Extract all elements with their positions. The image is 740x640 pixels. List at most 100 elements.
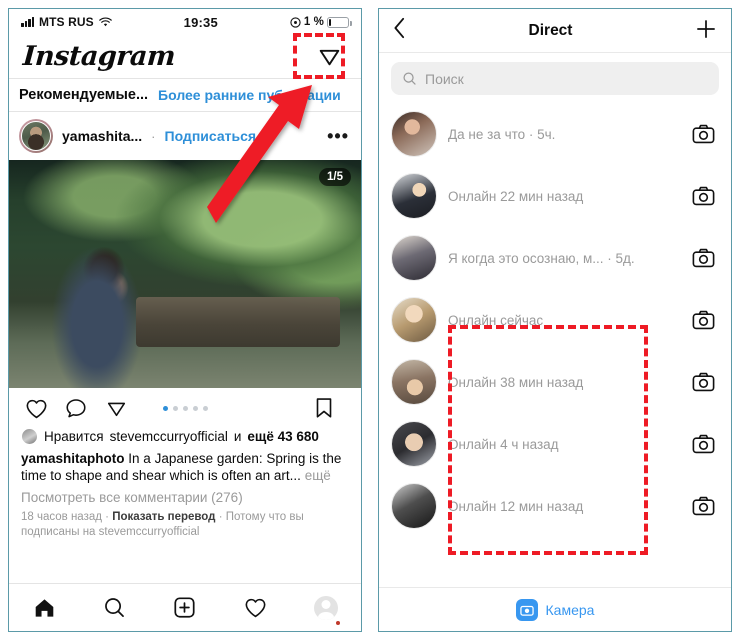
status-bar-left: MTS RUS (21, 15, 112, 29)
conversation-preview: Онлайн 22 мин назад (448, 188, 584, 204)
recommended-bar: Рекомендуемые... Более ранние публикации (9, 79, 361, 112)
comment-button[interactable] (61, 395, 91, 421)
carousel-counter-badge: 1/5 (319, 168, 351, 186)
conversation-row[interactable]: Онлайн 38 мин назад (379, 351, 731, 413)
conversation-row[interactable]: Онлайн 4 ч назад (379, 413, 731, 475)
meta-sep-2: · (218, 511, 226, 523)
avatar (391, 111, 437, 157)
likes-row: Нравится stevemccurryofficial и ещё 43 6… (9, 428, 361, 450)
caption-more-link[interactable]: ещё (305, 468, 331, 483)
instagram-feed-screen: MTS RUS 19:35 1 % Instagram Рекомендуемы… (8, 8, 362, 632)
camera-icon (692, 496, 714, 516)
save-button[interactable] (309, 395, 339, 421)
direct-messages-button[interactable] (309, 37, 349, 77)
tab-activity[interactable] (233, 590, 277, 626)
camera-icon (692, 248, 714, 268)
camera-button[interactable] (689, 246, 717, 270)
follow-button[interactable]: Подписаться (165, 128, 257, 144)
chevron-left-icon (394, 17, 405, 39)
conversation-row[interactable]: Я когда это осознаю, м... · 5д. (379, 227, 731, 289)
avatar (391, 297, 437, 343)
camera-button[interactable] (689, 494, 717, 518)
instagram-logo: Instagram (21, 41, 177, 72)
new-message-button[interactable] (695, 17, 717, 45)
camera-button[interactable] (689, 308, 717, 332)
camera-icon (692, 186, 714, 206)
post-header: yamashita... · Подписаться ••• (9, 112, 361, 160)
conversation-preview: Онлайн 12 мин назад (448, 498, 584, 514)
direct-send-icon (319, 49, 339, 66)
post-author-username[interactable]: yamashita... (62, 128, 142, 144)
recommended-title: Рекомендуемые... (19, 87, 149, 103)
bottom-tab-bar (9, 583, 361, 631)
camera-icon (515, 598, 538, 621)
likes-count[interactable]: ещё 43 680 (247, 429, 318, 444)
avatar (391, 173, 437, 219)
camera-icon (692, 310, 714, 330)
conversation-preview: Онлайн сейчас (448, 312, 544, 328)
post-photo[interactable]: 1/5 (9, 160, 361, 388)
search-icon (403, 72, 416, 85)
conversation-preview: Онлайн 38 мин назад (448, 374, 584, 390)
heart-icon (26, 399, 46, 418)
camera-button[interactable] (689, 370, 717, 394)
search-icon (105, 598, 124, 617)
tab-add-post[interactable] (163, 590, 207, 626)
post-timestamp: 18 часов назад (21, 511, 102, 523)
battery-icon (327, 16, 352, 28)
conversation-row[interactable]: Онлайн сейчас (379, 289, 731, 351)
direct-messages-screen: Direct Поиск Да не за что · 5ч. Онлайн 2… (378, 8, 732, 632)
view-all-comments-link[interactable]: Посмотреть все комментарии (276) (9, 484, 361, 505)
conversation-preview: Да не за что · 5ч. (448, 126, 556, 142)
camera-button[interactable] (689, 122, 717, 146)
back-button[interactable] (393, 17, 406, 44)
conversation-row[interactable]: Онлайн 22 мин назад (379, 165, 731, 227)
search-input[interactable]: Поиск (391, 62, 719, 95)
caption-username[interactable]: yamashitaphoto (21, 451, 125, 466)
camera-icon (692, 372, 714, 392)
tab-profile[interactable] (304, 590, 348, 626)
share-button[interactable] (101, 395, 131, 421)
camera-label: Камера (545, 601, 595, 618)
search-placeholder: Поиск (425, 70, 464, 87)
likes-prefix: Нравится (44, 429, 104, 444)
likes-conjunction: и (233, 429, 242, 444)
conversation-preview: Я когда это осознаю, м... · 5д. (448, 250, 635, 266)
comment-bubble-icon (66, 398, 86, 417)
show-translation-link[interactable]: Показать перевод (112, 511, 215, 523)
camera-bar[interactable]: Камера (379, 587, 731, 631)
camera-button[interactable] (689, 184, 717, 208)
carrier-label: MTS RUS (39, 15, 94, 29)
conversation-list: Да не за что · 5ч. Онлайн 22 мин назад Я… (379, 101, 731, 537)
camera-button[interactable] (689, 432, 717, 456)
likes-username[interactable]: stevemccurryofficial (110, 429, 228, 444)
earlier-posts-link[interactable]: Более ранние публикации (158, 87, 341, 103)
dual-phone-screenshot: MTS RUS 19:35 1 % Instagram Рекомендуемы… (0, 0, 740, 640)
post-action-row (9, 388, 361, 428)
status-bar: MTS RUS 19:35 1 % (9, 9, 361, 35)
like-button[interactable] (21, 395, 51, 421)
more-options-icon[interactable]: ••• (327, 127, 349, 145)
avatar (391, 359, 437, 405)
post-caption: yamashitaphoto In a Japanese garden: Spr… (9, 450, 361, 484)
home-icon (35, 598, 53, 617)
post-author-avatar[interactable] (19, 119, 53, 153)
tab-home[interactable] (22, 590, 66, 626)
signal-bars-icon (21, 17, 34, 27)
status-bar-right: 1 % (290, 16, 352, 28)
page-title: Direct (528, 21, 573, 39)
tab-search[interactable] (93, 590, 137, 626)
separator-dot: · (151, 128, 156, 144)
conversation-row[interactable]: Онлайн 12 мин назад (379, 475, 731, 537)
avatar (391, 421, 437, 467)
camera-icon (692, 434, 714, 454)
avatar (391, 235, 437, 281)
conversation-row[interactable]: Да не за что · 5ч. (379, 103, 731, 165)
battery-percent-label: 1 % (303, 16, 324, 28)
plus-icon (697, 19, 715, 38)
avatar (391, 483, 437, 529)
direct-header: Direct (379, 9, 731, 53)
heart-icon (245, 598, 266, 618)
post-meta: 18 часов назад · Показать перевод · Пото… (9, 505, 361, 540)
photo-image-bonsai-gardener (9, 160, 361, 388)
